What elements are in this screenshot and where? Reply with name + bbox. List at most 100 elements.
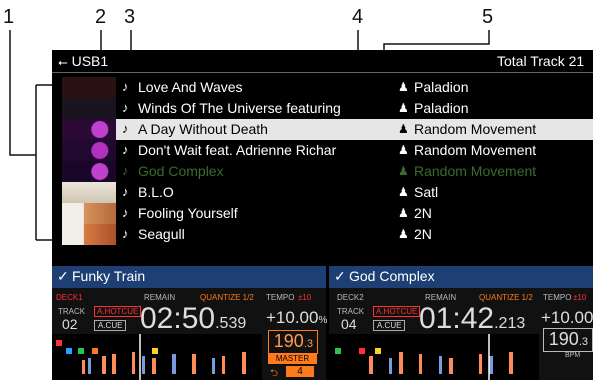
deck2-time-display: 01:42.213 <box>419 302 525 336</box>
track-artist: Paladion <box>414 100 469 116</box>
deck2-header: ✓ God Complex <box>329 266 593 288</box>
artist-icon: ♟ <box>398 185 409 199</box>
track-row[interactable]: ♪ Fooling Yourself ♟ 2N <box>62 203 593 224</box>
deck2-bpm-int: 190 <box>548 329 579 349</box>
cdj-screen: ⭠ USB1 Total Track 21 ♪ Love And Waves ♟ … <box>52 50 593 380</box>
track-row[interactable]: ♪ Winds Of The Universe featuring ♟ Pala… <box>62 98 593 119</box>
total-track-label: Total Track 21 <box>497 53 585 69</box>
music-note-icon: ♪ <box>122 226 129 241</box>
artwork-thumbnail <box>62 98 116 119</box>
deck1-time-ms: .539 <box>215 315 247 332</box>
deck2-bpm-unit: BPM <box>565 352 581 359</box>
deck2-tempo-value: +10.00 <box>541 308 593 327</box>
artwork-thumbnail <box>62 140 116 161</box>
deck2-time-ms: .213 <box>494 315 526 332</box>
track-row[interactable]: ♪ Seagull ♟ 2N <box>62 224 593 245</box>
artist-icon: ♟ <box>398 80 409 94</box>
deck1-track-number: 02 <box>62 316 78 332</box>
device-indicator[interactable]: ⭠ USB1 <box>58 53 108 70</box>
track-artist: Random Movement <box>414 142 537 158</box>
track-artist: 2N <box>414 205 432 221</box>
artwork-thumbnail <box>62 77 116 98</box>
deck1-track-name: Funky Train <box>72 268 146 284</box>
deck1-time-display: 02:50.539 <box>140 302 246 336</box>
artwork-thumbnail <box>62 182 116 203</box>
track-title: Love And Waves <box>138 79 243 95</box>
deck2-waveform <box>329 334 539 380</box>
music-note-icon: ♪ <box>122 100 129 115</box>
artist-icon: ♟ <box>398 227 409 241</box>
deck2-tempo-range: ±10 <box>573 293 587 302</box>
deck1-waveform <box>52 334 262 380</box>
track-title: A Day Without Death <box>138 121 268 137</box>
artwork-thumbnail <box>62 224 116 245</box>
artwork-thumbnail <box>62 203 116 224</box>
track-row[interactable]: ♪ B.L.O ♟ Satl <box>62 182 593 203</box>
deck1-tempo-value: +10.00% <box>266 308 327 328</box>
deck1-loop-beats: 4 <box>286 366 314 377</box>
track-row[interactable]: ♪ Don't Wait feat. Adrienne Richar ♟ Ran… <box>62 140 593 161</box>
music-note-icon: ♪ <box>122 121 129 136</box>
header-divider <box>52 72 593 73</box>
deck1-time-sec: 50 <box>181 302 216 335</box>
deck2-panel: ✓ God Complex DECK2 TRACK 04 A.HOTCUE A.… <box>329 266 593 380</box>
deck1-label: DECK1 <box>56 293 83 302</box>
track-artist: Random Movement <box>414 121 537 137</box>
artist-icon: ♟ <box>398 206 409 220</box>
track-artist: Satl <box>414 184 439 200</box>
deck2-hotcue-button[interactable]: A.HOTCUE <box>373 306 421 317</box>
music-note-icon: ♪ <box>122 205 129 220</box>
deck2-bpm-box: 190.3 <box>543 328 593 352</box>
deck2-track-name: God Complex <box>349 268 435 284</box>
track-artist: 2N <box>414 226 432 242</box>
deck1-remain-label: REMAIN <box>144 293 176 302</box>
deck2-track-number: 04 <box>341 316 357 332</box>
track-row[interactable]: ♪ Love And Waves ♟ Paladion <box>62 77 593 98</box>
deck2-time-sec: 42 <box>460 302 495 335</box>
music-note-icon: ♪ <box>122 163 129 178</box>
check-icon: ✓ <box>57 268 69 284</box>
deck1-bpm-int: 190 <box>273 331 304 351</box>
deck2-cue-button[interactable]: A.CUE <box>373 320 406 331</box>
deck2-bpm-dec: .3 <box>578 336 588 348</box>
deck1-tempo-number: +10.00 <box>266 308 319 327</box>
deck1-bpm-box: 190.3 <box>268 330 318 354</box>
deck2-remain-label: REMAIN <box>425 293 457 302</box>
deck1-tempo-unit: % <box>318 315 328 326</box>
deck1-time-colon: : <box>173 302 182 335</box>
artist-icon: ♟ <box>398 143 409 157</box>
track-title: God Complex <box>138 163 224 179</box>
artwork-thumbnail <box>62 161 116 182</box>
deck1-quantize: QUANTIZE 1/2 <box>200 293 254 302</box>
artist-icon: ♟ <box>398 164 409 178</box>
music-note-icon: ♪ <box>122 184 129 199</box>
deck1-tempo-label: TEMPO <box>266 293 295 302</box>
usb-icon: ⭠ <box>58 55 68 69</box>
deck1-tempo-range: ±10 <box>298 293 312 302</box>
browse-header: ⭠ USB1 Total Track 21 <box>52 50 593 72</box>
device-label: USB1 <box>71 53 109 69</box>
deck2-quantize: QUANTIZE 1/2 <box>479 293 533 302</box>
deck1-panel: ✓ Funky Train DECK1 TRACK 02 A.HOTCUE A.… <box>52 266 327 380</box>
deck1-header: ✓ Funky Train <box>52 266 326 288</box>
track-title: Winds Of The Universe featuring <box>138 100 341 116</box>
deck1-hotcue-button[interactable]: A.HOTCUE <box>94 306 142 317</box>
track-row-selected[interactable]: ♪ A Day Without Death ♟ Random Movement <box>62 119 593 140</box>
artist-icon: ♟ <box>398 122 409 136</box>
deck1-loop-badge[interactable]: ⮌ 4 <box>268 366 317 379</box>
track-title: Don't Wait feat. Adrienne Richar <box>138 142 337 158</box>
deck2-time-min: 01 <box>419 302 453 335</box>
deck2-track-label: TRACK <box>337 307 365 316</box>
music-note-icon: ♪ <box>122 79 129 94</box>
deck1-master-badge[interactable]: MASTER <box>268 354 317 364</box>
track-title: B.L.O <box>138 184 174 200</box>
deck2-label: DECK2 <box>337 293 364 302</box>
deck2-tempo-label: TEMPO <box>543 293 572 302</box>
deck2-time-colon: : <box>452 302 461 335</box>
track-title: Seagull <box>138 226 185 242</box>
track-row-loaded[interactable]: ♪ God Complex ♟ Random Movement <box>62 161 593 182</box>
deck1-cue-button[interactable]: A.CUE <box>94 320 127 331</box>
loop-icon: ⮌ <box>270 368 279 379</box>
deck1-bpm-dec: .3 <box>303 338 313 350</box>
track-artist: Random Movement <box>414 163 537 179</box>
